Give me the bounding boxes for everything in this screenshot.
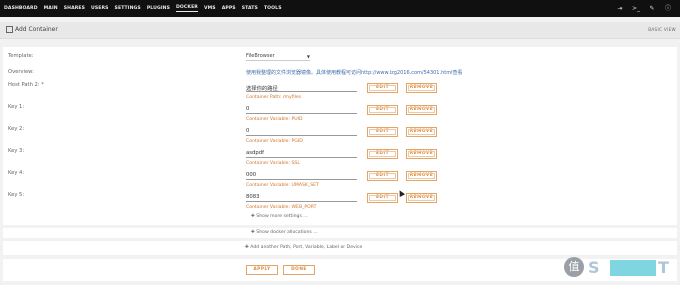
top-nav-bar: DASHBOARD MAIN SHARES USERS SETTINGS PLU… [0, 0, 680, 17]
watermark-logo: 值 [564, 257, 584, 277]
field-input[interactable]: 000 [246, 170, 357, 180]
overview-label: Overview: [8, 69, 34, 75]
show-more-settings-link[interactable]: ✚ Show more settings ... [251, 214, 308, 219]
field-label: Key 2: [8, 126, 25, 132]
nav-stats[interactable]: STATS [242, 6, 258, 11]
field-input[interactable]: 0 [246, 104, 357, 114]
field-input[interactable]: 0 [246, 126, 357, 136]
field-input[interactable]: 8083 [246, 192, 357, 202]
add-another-link[interactable]: ✚ Add another Path, Port, Variable, Labe… [245, 245, 362, 250]
nav-tools[interactable]: TOOLS [264, 6, 282, 11]
nav-settings[interactable]: SETTINGS [115, 6, 141, 11]
watermark-text: S [588, 258, 601, 277]
field-hint: Container Variable: WEB_PORT [246, 205, 317, 210]
apply-button[interactable]: APPLY [246, 265, 278, 275]
edit-button[interactable]: EDIT [367, 149, 398, 159]
nav-apps[interactable]: APPS [222, 6, 236, 11]
edit-button[interactable]: EDIT [367, 127, 398, 137]
show-allocations-link[interactable]: ✚ Show docker allocations ... [251, 230, 318, 235]
field-hint: Container Variable: UMASK_SET [246, 183, 319, 188]
edit-button[interactable]: EDIT [367, 105, 398, 115]
field-hint: Container Variable: PGID [246, 139, 303, 144]
watermark-tail: T [658, 258, 669, 277]
remove-button[interactable]: REMOVE [406, 127, 437, 137]
page-title-bar: Add Container BASIC VIEW [0, 22, 680, 39]
edit-button[interactable]: EDIT [367, 83, 398, 93]
container-form: Template: FileBrowser ▼ Overview: 使用我整理的… [3, 47, 677, 225]
basic-view-toggle[interactable]: BASIC VIEW [648, 27, 676, 32]
info-icon[interactable]: ⓘ [664, 5, 672, 13]
remove-button[interactable]: REMOVE [406, 193, 437, 203]
add-container-icon [6, 26, 13, 33]
template-value: FileBrowser [246, 53, 275, 59]
field-input[interactable]: 选择你的路径 [246, 82, 357, 92]
chevron-down-icon: ▼ [306, 54, 310, 59]
field-label: Key 5: [8, 192, 25, 198]
nav-shares[interactable]: SHARES [64, 6, 85, 11]
watermark-box [610, 260, 656, 276]
edit-button[interactable]: EDIT [367, 171, 398, 181]
logout-icon[interactable]: ⇥ [616, 5, 624, 13]
add-another-bar: ✚ Add another Path, Port, Variable, Labe… [3, 241, 677, 255]
nav-docker[interactable]: DOCKER [176, 5, 198, 12]
main-nav: DASHBOARD MAIN SHARES USERS SETTINGS PLU… [4, 0, 288, 17]
nav-main[interactable]: MAIN [44, 6, 58, 11]
remove-button[interactable]: REMOVE [406, 149, 437, 159]
field-input[interactable]: asdpdf [246, 148, 357, 158]
feedback-icon[interactable]: ✎ [648, 5, 656, 13]
remove-button[interactable]: REMOVE [406, 171, 437, 181]
field-label: Key 1: [8, 104, 25, 110]
nav-plugins[interactable]: PLUGINS [147, 6, 170, 11]
remove-button[interactable]: REMOVE [406, 83, 437, 93]
allocations-bar: ✚ Show docker allocations ... [3, 228, 677, 238]
field-hint: Container Path: /myfiles [246, 95, 302, 100]
overview-text[interactable]: 使用我整理的文件浏览器镜像。具体使用教程可访问http://www.lzg201… [246, 69, 462, 76]
field-hint: Container Variable: SSL [246, 161, 300, 166]
field-label: Host Path 2: * [8, 82, 44, 88]
nav-users[interactable]: USERS [91, 6, 109, 11]
page-title: Add Container [15, 26, 58, 33]
template-label: Template: [8, 53, 34, 59]
field-label: Key 3: [8, 148, 25, 154]
terminal-icon[interactable]: >_ [632, 5, 640, 13]
template-select[interactable]: FileBrowser ▼ [246, 53, 310, 61]
watermark: 值 S T [564, 255, 674, 281]
remove-button[interactable]: REMOVE [406, 105, 437, 115]
done-button[interactable]: DONE [283, 265, 315, 275]
nav-dashboard[interactable]: DASHBOARD [4, 6, 38, 11]
field-label: Key 4: [8, 170, 25, 176]
field-hint: Container Variable: PUID [246, 117, 303, 122]
edit-button[interactable]: EDIT [367, 193, 398, 203]
nav-icons: ⇥ >_ ✎ ⓘ [608, 0, 672, 17]
nav-vms[interactable]: VMS [204, 6, 216, 11]
